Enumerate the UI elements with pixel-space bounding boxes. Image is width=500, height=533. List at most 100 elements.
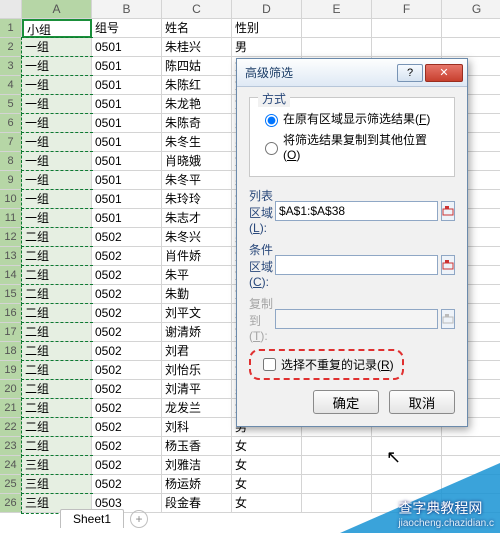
cell[interactable]: 0502	[92, 266, 162, 285]
row-header[interactable]: 3	[0, 57, 22, 76]
cell[interactable]: 一组	[22, 57, 92, 76]
cell[interactable]: 0502	[92, 361, 162, 380]
cell[interactable]: 姓名	[162, 19, 232, 38]
cell[interactable]	[372, 38, 442, 57]
row-header[interactable]: 2	[0, 38, 22, 57]
cell[interactable]: 男	[232, 38, 302, 57]
cell[interactable]: 0502	[92, 456, 162, 475]
cell[interactable]: 组号	[92, 19, 162, 38]
cell[interactable]: 0501	[92, 133, 162, 152]
radio-copy-to[interactable]: 将筛选结果复制到其他位置(O)	[260, 131, 444, 162]
cell[interactable]	[302, 19, 372, 38]
row-header[interactable]: 18	[0, 342, 22, 361]
row-header[interactable]: 8	[0, 152, 22, 171]
cell[interactable]: 一组	[22, 152, 92, 171]
row-header[interactable]: 14	[0, 266, 22, 285]
row-header[interactable]: 4	[0, 76, 22, 95]
row-header[interactable]: 6	[0, 114, 22, 133]
cell[interactable]: 龙发兰	[162, 399, 232, 418]
cell[interactable]: 朱冬平	[162, 171, 232, 190]
list-range-picker-icon[interactable]	[441, 201, 455, 221]
cell[interactable]	[302, 38, 372, 57]
cell[interactable]: 二组	[22, 266, 92, 285]
cell[interactable]: 一组	[22, 38, 92, 57]
cell[interactable]	[372, 437, 442, 456]
cell[interactable]: 一组	[22, 209, 92, 228]
cell[interactable]: 0501	[92, 152, 162, 171]
cell[interactable]: 刘清平	[162, 380, 232, 399]
col-header-A[interactable]: A	[22, 0, 92, 19]
cell[interactable]: 0502	[92, 304, 162, 323]
cell[interactable]: 0501	[92, 57, 162, 76]
row-header[interactable]: 1	[0, 19, 22, 38]
cell[interactable]: 三组	[22, 456, 92, 475]
cell[interactable]: 朱冬兴	[162, 228, 232, 247]
add-sheet-button[interactable]: +	[130, 510, 148, 528]
cell[interactable]: 0502	[92, 418, 162, 437]
cell[interactable]: 0502	[92, 437, 162, 456]
row-header[interactable]: 13	[0, 247, 22, 266]
row-header[interactable]: 22	[0, 418, 22, 437]
cell[interactable]: 二组	[22, 228, 92, 247]
cell[interactable]: 刘君	[162, 342, 232, 361]
cell[interactable]: 朱冬生	[162, 133, 232, 152]
cell[interactable]: 二组	[22, 361, 92, 380]
cell[interactable]: 段金春	[162, 494, 232, 513]
cell[interactable]: 0502	[92, 323, 162, 342]
cancel-button[interactable]: 取消	[389, 390, 455, 414]
row-header[interactable]: 24	[0, 456, 22, 475]
cell[interactable]: 陈四姑	[162, 57, 232, 76]
cell[interactable]: 0502	[92, 228, 162, 247]
cell[interactable]: 0502	[92, 380, 162, 399]
criteria-range-picker-icon[interactable]	[441, 255, 455, 275]
row-header[interactable]: 12	[0, 228, 22, 247]
row-header[interactable]: 20	[0, 380, 22, 399]
cell[interactable]: 0501	[92, 114, 162, 133]
radio-copy-to-input[interactable]	[265, 142, 278, 155]
cell[interactable]: 女	[232, 437, 302, 456]
col-header-B[interactable]: B	[92, 0, 162, 19]
cell[interactable]: 刘雅洁	[162, 456, 232, 475]
col-header-D[interactable]: D	[232, 0, 302, 19]
cell[interactable]: 朱平	[162, 266, 232, 285]
cell[interactable]: 谢清娇	[162, 323, 232, 342]
cell[interactable]: 0501	[92, 95, 162, 114]
cell[interactable]: 朱志才	[162, 209, 232, 228]
col-header-G[interactable]: G	[442, 0, 500, 19]
cell[interactable]: 女	[232, 456, 302, 475]
cell[interactable]: 0502	[92, 342, 162, 361]
row-header[interactable]: 17	[0, 323, 22, 342]
ok-button[interactable]: 确定	[313, 390, 379, 414]
cell[interactable]: 二组	[22, 304, 92, 323]
cell[interactable]: 杨运娇	[162, 475, 232, 494]
cell[interactable]	[372, 19, 442, 38]
cell[interactable]: 二组	[22, 247, 92, 266]
cell[interactable]: 一组	[22, 133, 92, 152]
cell[interactable]: 二组	[22, 323, 92, 342]
cell[interactable]: 0501	[92, 190, 162, 209]
cell[interactable]: 一组	[22, 114, 92, 133]
cell[interactable]: 一组	[22, 171, 92, 190]
cell[interactable]: 0501	[92, 76, 162, 95]
row-header[interactable]: 25	[0, 475, 22, 494]
cell[interactable]: 0502	[92, 285, 162, 304]
row-header[interactable]: 26	[0, 494, 22, 513]
cell[interactable]: 0502	[92, 399, 162, 418]
cell[interactable]: 二组	[22, 342, 92, 361]
cell[interactable]: 杨玉香	[162, 437, 232, 456]
row-header[interactable]: 7	[0, 133, 22, 152]
cell[interactable]: 0502	[92, 475, 162, 494]
cell[interactable]: 肖晓娥	[162, 152, 232, 171]
cell[interactable]: 朱桂兴	[162, 38, 232, 57]
dialog-help-button[interactable]: ?	[397, 64, 423, 82]
cell[interactable]: 小组	[22, 19, 92, 38]
cell[interactable]: 朱陈红	[162, 76, 232, 95]
row-header[interactable]: 5	[0, 95, 22, 114]
cell[interactable]	[442, 437, 500, 456]
dialog-titlebar[interactable]: 高级筛选 ? ✕	[237, 59, 467, 87]
sheet-tab-sheet1[interactable]: Sheet1	[60, 509, 124, 528]
cell[interactable]: 二组	[22, 285, 92, 304]
cell[interactable]: 一组	[22, 95, 92, 114]
cell[interactable]: 0501	[92, 171, 162, 190]
cell[interactable]	[302, 437, 372, 456]
